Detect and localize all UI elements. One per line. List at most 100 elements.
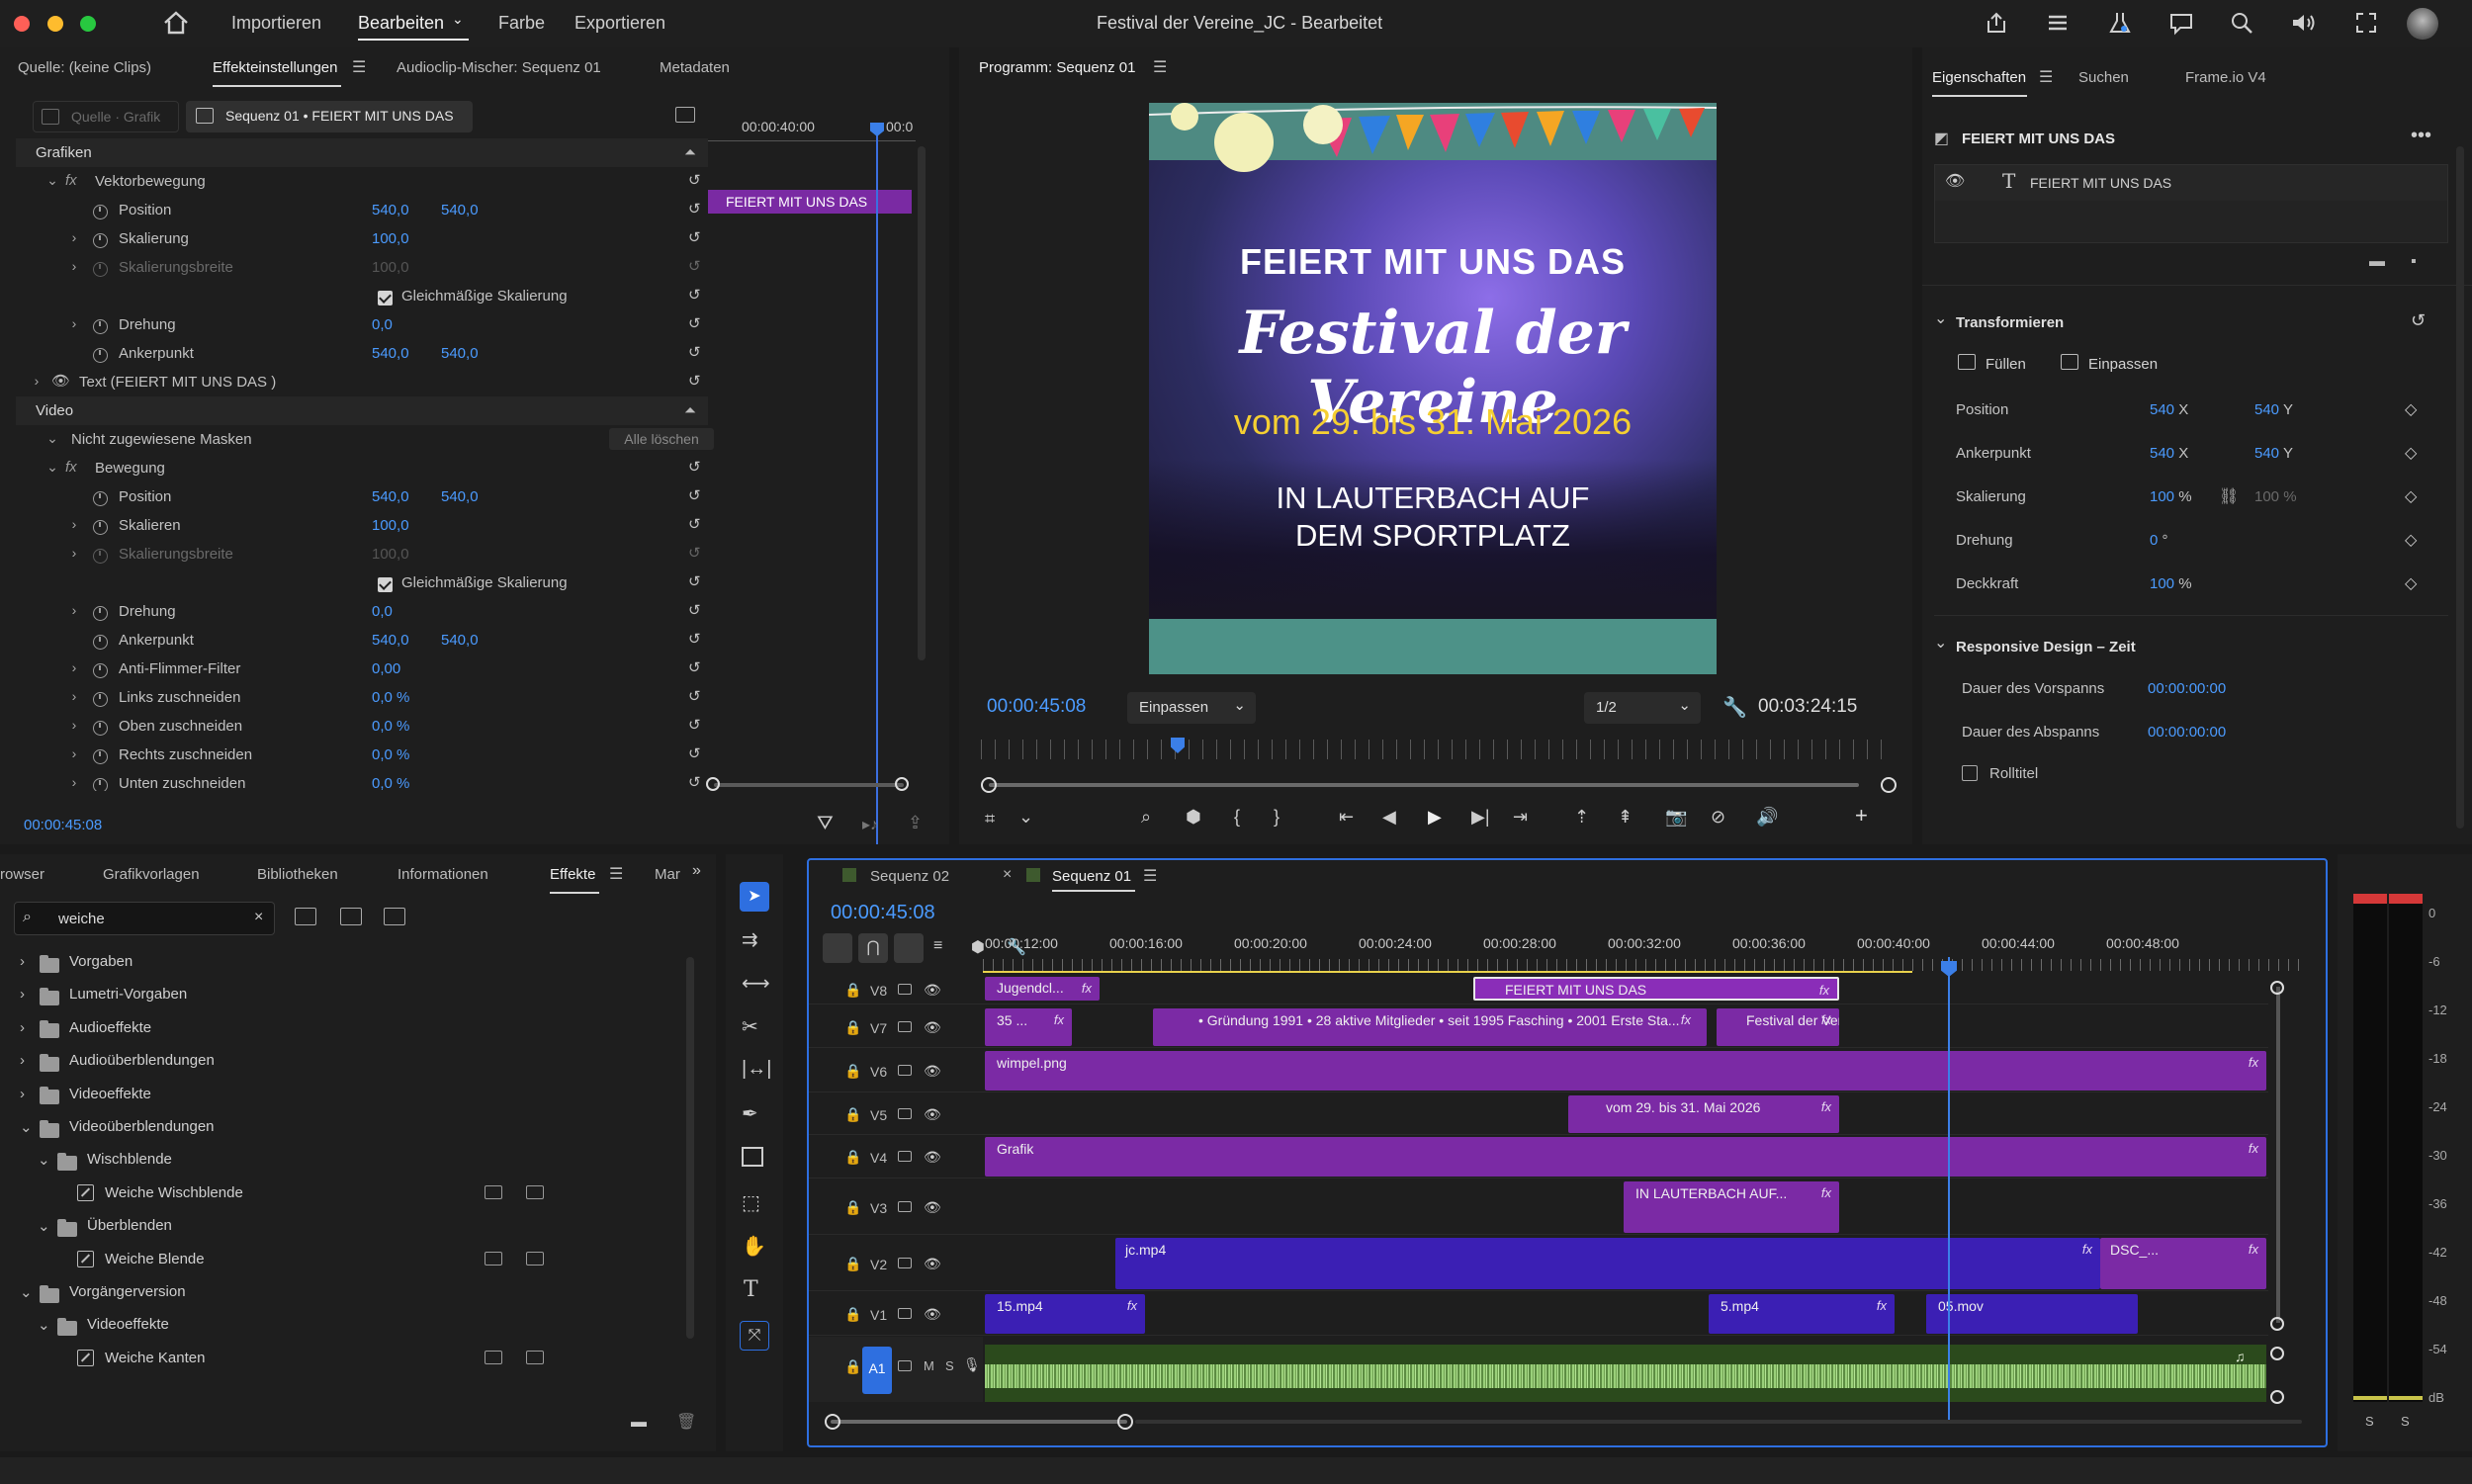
- reset-icon[interactable]: ↺: [688, 515, 701, 533]
- eye-icon[interactable]: 👁: [924, 1019, 941, 1036]
- clip-v2-jc[interactable]: jc.mp4 fx: [1115, 1238, 2100, 1289]
- volume-icon[interactable]: 🔊: [1756, 807, 1778, 828]
- effects-tree-item[interactable]: Weiche Kanten: [14, 1344, 666, 1373]
- more-tabs-icon[interactable]: »: [692, 862, 701, 880]
- go-to-in-icon[interactable]: ⇤: [1339, 807, 1354, 828]
- m-position-y[interactable]: 540,0: [441, 488, 479, 505]
- share-icon[interactable]: [1984, 10, 2009, 41]
- marker-icon[interactable]: ⬢: [1186, 807, 1201, 828]
- eye-icon[interactable]: 👁: [924, 982, 941, 999]
- step-forward-icon[interactable]: ▶|: [1471, 807, 1490, 828]
- wrench-icon[interactable]: 🔧: [1722, 695, 1747, 720]
- clip-v1-05[interactable]: 05.mov: [1926, 1294, 2138, 1334]
- pen-tool-icon[interactable]: ✒: [742, 1101, 758, 1126]
- roll-checkbox[interactable]: [1962, 765, 1978, 781]
- timeline-h-scrollbar[interactable]: [831, 1420, 1127, 1424]
- audio-only-icon[interactable]: ▸♪: [862, 815, 878, 834]
- reset-icon[interactable]: ↺: [688, 286, 701, 304]
- reset-icon[interactable]: ↺: [688, 773, 701, 791]
- program-frame[interactable]: FEIERT MIT UNS DAS Festival der Vereine …: [1149, 103, 1717, 674]
- track-header[interactable]: 🔒 V2 👁: [809, 1238, 983, 1291]
- sync-lock-icon[interactable]: [898, 984, 912, 995]
- maximize-window-button[interactable]: [80, 16, 96, 32]
- clear-search-icon[interactable]: ×: [254, 909, 263, 926]
- eye-icon[interactable]: 👁: [924, 1306, 941, 1323]
- sync-lock-icon[interactable]: [898, 1108, 912, 1119]
- m-uniform-row[interactable]: Gleichmäßige Skalierung ↺: [36, 568, 708, 597]
- track-header[interactable]: 🔒 V1 👁: [809, 1294, 983, 1336]
- 32bit-effects-icon[interactable]: [340, 908, 362, 925]
- lock-icon[interactable]: 🔒: [844, 982, 861, 999]
- position-x-value[interactable]: 540 X: [2150, 401, 2188, 418]
- filter-icon[interactable]: ⛛: [817, 813, 834, 835]
- intro-value[interactable]: 00:00:00:00: [2148, 680, 2226, 697]
- m-crop-right-value[interactable]: 0,0 %: [372, 746, 409, 763]
- safe-margins-icon[interactable]: ⌗: [985, 809, 995, 829]
- new-bin-icon[interactable]: ▬: [631, 1414, 647, 1432]
- reset-icon[interactable]: ↺: [688, 343, 701, 361]
- chevron-right-icon[interactable]: ›: [20, 1019, 25, 1036]
- sync-lock-icon[interactable]: [898, 1308, 912, 1319]
- reset-icon[interactable]: ↺: [688, 572, 701, 590]
- program-timecode[interactable]: 00:00:45:08: [987, 696, 1086, 718]
- program-zoom-bar[interactable]: [989, 783, 1859, 787]
- lab-icon[interactable]: [2107, 10, 2133, 41]
- tab-properties[interactable]: Eigenschaften: [1932, 69, 2026, 86]
- lift-icon[interactable]: ⇡: [1574, 807, 1589, 828]
- layer-item[interactable]: 👁 T FEIERT MIT UNS DAS: [1935, 165, 2447, 201]
- m-position-x[interactable]: 540,0: [372, 488, 409, 505]
- mini-zoom-bar[interactable]: [714, 783, 904, 787]
- captions-icon[interactable]: ≡: [933, 937, 942, 955]
- tab-audio-mixer[interactable]: Audioclip-Mischer: Sequenz 01: [397, 59, 601, 76]
- clip-v3-lauterbach[interactable]: IN LAUTERBACH AUF... fx: [1624, 1181, 1839, 1233]
- rotation-value[interactable]: 0 °: [2150, 532, 2168, 549]
- eye-icon[interactable]: 👁: [924, 1199, 941, 1216]
- responsive-header[interactable]: Responsive Design – Zeit: [1956, 639, 2136, 655]
- new-layer-icon[interactable]: ▪: [2411, 253, 2417, 271]
- tab-search[interactable]: Suchen: [2078, 69, 2129, 86]
- uniform-scale-checkbox[interactable]: [378, 290, 393, 306]
- hand-tool-icon[interactable]: ✋: [742, 1234, 766, 1259]
- motion-row[interactable]: ⌄ fx Bewegung ↺: [36, 454, 708, 482]
- ai-search-icon[interactable]: [2229, 10, 2254, 41]
- avatar[interactable]: [2407, 8, 2438, 40]
- vm-scale-value[interactable]: 100,0: [372, 230, 409, 247]
- effects-search[interactable]: ⌕ weiche ×: [14, 902, 275, 935]
- lock-icon[interactable]: 🔒: [844, 1358, 861, 1375]
- rectangle-tool-icon[interactable]: [742, 1147, 763, 1167]
- close-window-button[interactable]: [14, 16, 30, 32]
- play-icon[interactable]: ▶: [1428, 807, 1442, 828]
- eye-icon[interactable]: 👁: [924, 1063, 941, 1080]
- solo-button[interactable]: S: [945, 1358, 954, 1373]
- sync-lock-icon[interactable]: [898, 1151, 912, 1162]
- timeline-timecode[interactable]: 00:00:45:08: [831, 902, 935, 924]
- tab-source[interactable]: Quelle: (keine Clips): [18, 59, 151, 76]
- type-tool-icon[interactable]: T: [744, 1277, 758, 1302]
- transform-header[interactable]: Transformieren: [1956, 314, 2064, 331]
- clip-v2-dsc[interactable]: DSC_... fx: [2100, 1238, 2266, 1289]
- keyframe-icon[interactable]: ◇: [2405, 399, 2417, 419]
- home-icon[interactable]: [162, 10, 192, 38]
- track-header[interactable]: 🔒 V8 👁: [809, 977, 983, 1004]
- lock-icon[interactable]: 🔒: [844, 1019, 861, 1036]
- tab-effect-controls[interactable]: Effekteinstellungen: [213, 59, 337, 76]
- mark-in-icon[interactable]: {: [1234, 807, 1240, 828]
- track-header[interactable]: 🔒 V5 👁: [809, 1095, 983, 1135]
- track-header[interactable]: 🔒 V7 👁: [809, 1008, 983, 1048]
- reset-icon[interactable]: ↺: [688, 372, 701, 390]
- microphone-icon[interactable]: 🎙: [963, 1356, 981, 1373]
- program-ruler[interactable]: [981, 740, 1891, 759]
- link-icon[interactable]: ⛓: [2219, 486, 2239, 506]
- eye-icon[interactable]: 👁: [51, 372, 70, 390]
- razor-tool-icon[interactable]: ✂: [742, 1014, 758, 1039]
- go-to-out-icon[interactable]: ⇥: [1513, 807, 1528, 828]
- properties-scrollbar[interactable]: [2456, 146, 2464, 829]
- lock-icon[interactable]: 🔒: [844, 1063, 861, 1080]
- clip-v7-gruendung[interactable]: • Gründung 1991 • 28 aktive Mitglieder •…: [1153, 1008, 1707, 1046]
- effects-tree-item[interactable]: › Audioüberblendungen: [14, 1046, 666, 1076]
- reset-icon[interactable]: ↺: [688, 171, 701, 189]
- effects-tree-item[interactable]: › Audioeffekte: [14, 1013, 666, 1043]
- more-options-icon[interactable]: •••: [2411, 125, 2431, 147]
- slip-tool-icon[interactable]: |↔|: [742, 1058, 771, 1081]
- chevron-right-icon[interactable]: ›: [20, 1052, 25, 1069]
